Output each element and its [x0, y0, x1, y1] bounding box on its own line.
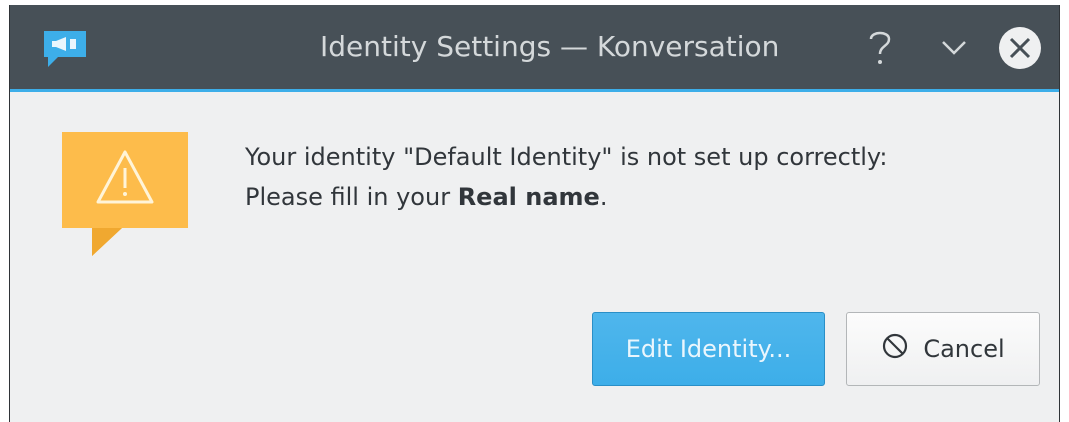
konversation-icon[interactable]: [40, 27, 92, 71]
dialog-window: Identity Settings — Konversation Your id…: [9, 5, 1060, 422]
dialog-message: Your identity "Default Identity" is not …: [245, 137, 1045, 217]
message-prefix: Please fill in your: [245, 183, 458, 211]
title-bar[interactable]: Identity Settings — Konversation: [10, 5, 1059, 92]
message-line-1: Your identity "Default Identity" is not …: [245, 143, 888, 171]
chevron-down-icon[interactable]: [932, 26, 976, 70]
message-field-name: Real name: [457, 183, 600, 211]
dialog-content: Your identity "Default Identity" is not …: [10, 92, 1059, 422]
close-icon[interactable]: [998, 26, 1042, 70]
edit-identity-button[interactable]: Edit Identity...: [592, 312, 825, 386]
warning-icon: [62, 132, 188, 258]
cancel-icon: [881, 332, 909, 366]
cancel-label: Cancel: [923, 335, 1005, 363]
help-icon[interactable]: [858, 26, 902, 70]
cancel-button[interactable]: Cancel: [846, 312, 1040, 386]
message-suffix: .: [599, 183, 608, 211]
window-title: Identity Settings — Konversation: [320, 30, 780, 63]
message-line-2: Please fill in your Real name.: [245, 177, 1045, 217]
